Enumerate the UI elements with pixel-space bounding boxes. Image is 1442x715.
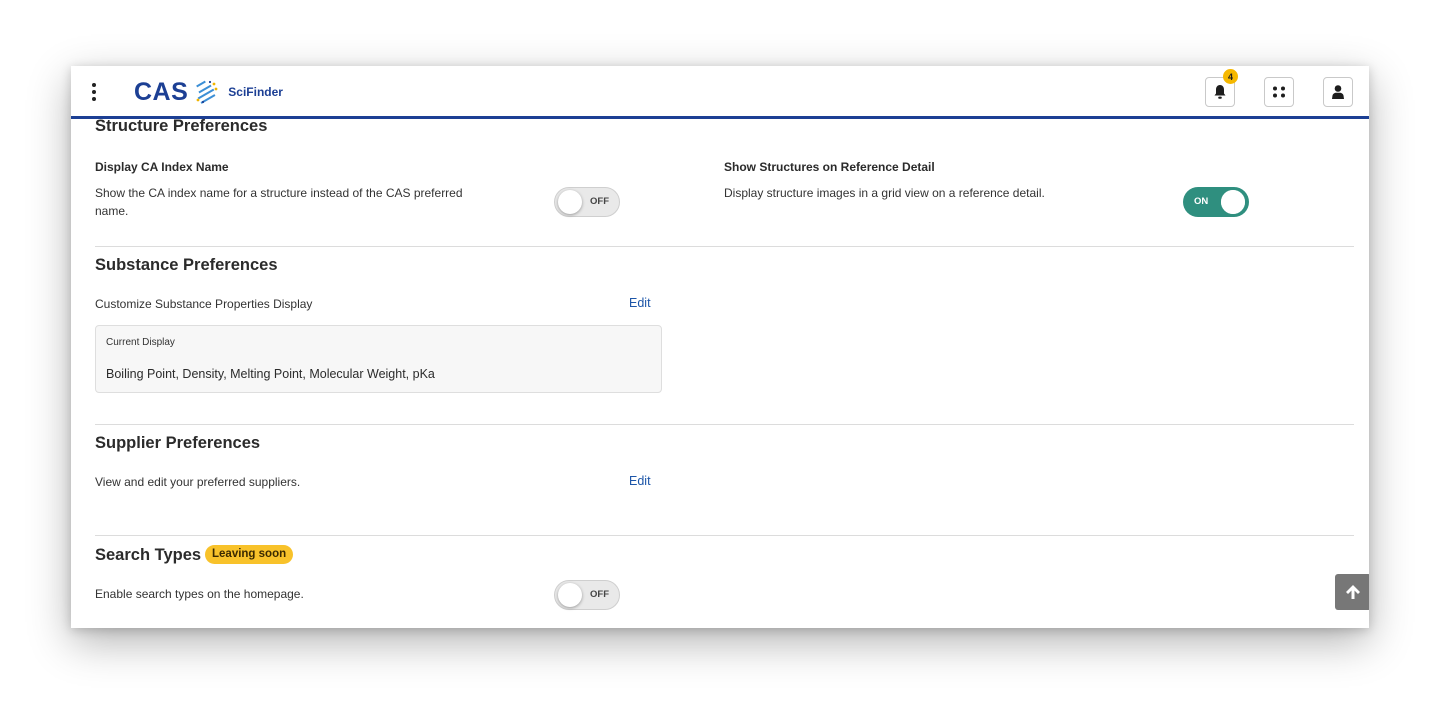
toggle-knob — [1221, 190, 1245, 214]
toggle-knob — [558, 190, 582, 214]
supplier-edit-link[interactable]: Edit — [629, 474, 651, 488]
kebab-menu-icon[interactable] — [88, 83, 100, 103]
cas-logo-icon — [196, 80, 218, 104]
supplier-preferences-title: Supplier Preferences — [95, 434, 261, 452]
section-divider — [95, 535, 1354, 536]
search-types-description: Enable search types on the homepage. — [95, 587, 304, 601]
ca-index-label: Display CA Index Name — [95, 160, 229, 174]
notification-count-badge: 4 — [1223, 69, 1238, 84]
show-structures-description: Display structure images in a grid view … — [724, 186, 1045, 200]
search-types-toggle[interactable]: OFF — [554, 580, 620, 610]
scroll-to-top-button[interactable] — [1335, 574, 1369, 610]
current-display-caption: Current Display — [106, 337, 175, 348]
section-divider — [95, 424, 1354, 425]
bell-icon — [1214, 85, 1226, 99]
logo-text: CAS — [134, 77, 189, 106]
current-display-value: Boiling Point, Density, Melting Point, M… — [106, 367, 435, 381]
current-display-box: Current Display Boiling Point, Density, … — [95, 325, 662, 393]
ca-index-toggle[interactable]: OFF — [554, 187, 620, 217]
user-account-button[interactable] — [1323, 77, 1353, 107]
app-window: Structure Preferences Display CA Index N… — [71, 66, 1369, 628]
apps-button[interactable] — [1264, 77, 1294, 107]
arrow-up-icon — [1346, 585, 1360, 599]
search-types-title: Search Types — [95, 546, 202, 564]
notifications-button[interactable]: 4 — [1205, 69, 1238, 107]
toggle-state-label: OFF — [590, 196, 609, 207]
supplier-description: View and edit your preferred suppliers. — [95, 475, 301, 489]
leaving-soon-badge: Leaving soon — [205, 545, 294, 564]
product-name: SciFinder — [228, 85, 283, 99]
section-divider — [95, 246, 1354, 247]
substance-edit-link[interactable]: Edit — [629, 296, 651, 310]
preferences-content: Structure Preferences Display CA Index N… — [95, 66, 1369, 628]
customize-substance-label: Customize Substance Properties Display — [95, 297, 313, 311]
substance-preferences-title: Substance Preferences — [95, 256, 278, 274]
toggle-state-label: ON — [1194, 196, 1209, 207]
toggle-state-label: OFF — [590, 589, 609, 600]
top-header: CAS SciFinder 4 — [71, 66, 1369, 119]
apps-grid-icon — [1273, 86, 1285, 98]
structure-preferences-title: Structure Preferences — [95, 117, 268, 135]
toggle-knob — [558, 583, 582, 607]
show-structures-label: Show Structures on Reference Detail — [724, 160, 935, 174]
cas-scifinder-logo[interactable]: CAS SciFinder — [134, 78, 283, 106]
user-icon — [1332, 85, 1344, 99]
ca-index-description: Show the CA index name for a structure i… — [95, 186, 463, 218]
show-structures-toggle[interactable]: ON — [1183, 187, 1249, 217]
